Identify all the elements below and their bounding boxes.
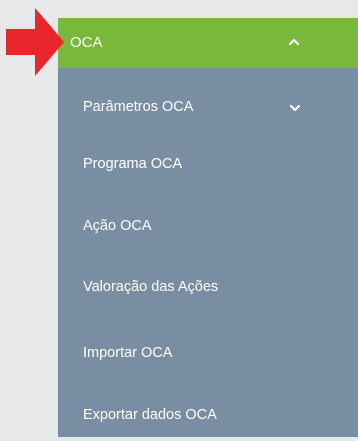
chevron-down-icon [289,104,301,112]
sidebar-menu: OCA Parâmetros OCA Programa OCA Ação OCA… [58,18,358,437]
menu-item-label: Valoração das Ações [83,279,219,295]
menu-item-label: Exportar dados OCA [83,407,217,423]
menu-item-parametros-oca[interactable]: Parâmetros OCA [58,75,358,125]
menu-item-label: Parâmetros OCA [83,99,194,115]
menu-item-valoracao-acoes[interactable]: Valoração das Ações [58,266,358,316]
arrow-right-icon [6,8,64,76]
menu-item-acao-oca[interactable]: Ação OCA [58,203,358,253]
menu-item-exportar-dados-oca[interactable]: Exportar dados OCA [58,391,358,441]
menu-header-oca[interactable]: OCA [58,18,358,68]
menu-item-programa-oca[interactable]: Programa OCA [58,139,358,189]
menu-header-label: OCA [70,34,103,51]
menu-item-label: Importar OCA [83,345,173,361]
menu-item-label: Ação OCA [83,218,152,234]
menu-item-label: Programa OCA [83,156,183,172]
menu-item-importar-oca[interactable]: Importar OCA [58,328,358,378]
chevron-up-icon [288,38,300,46]
